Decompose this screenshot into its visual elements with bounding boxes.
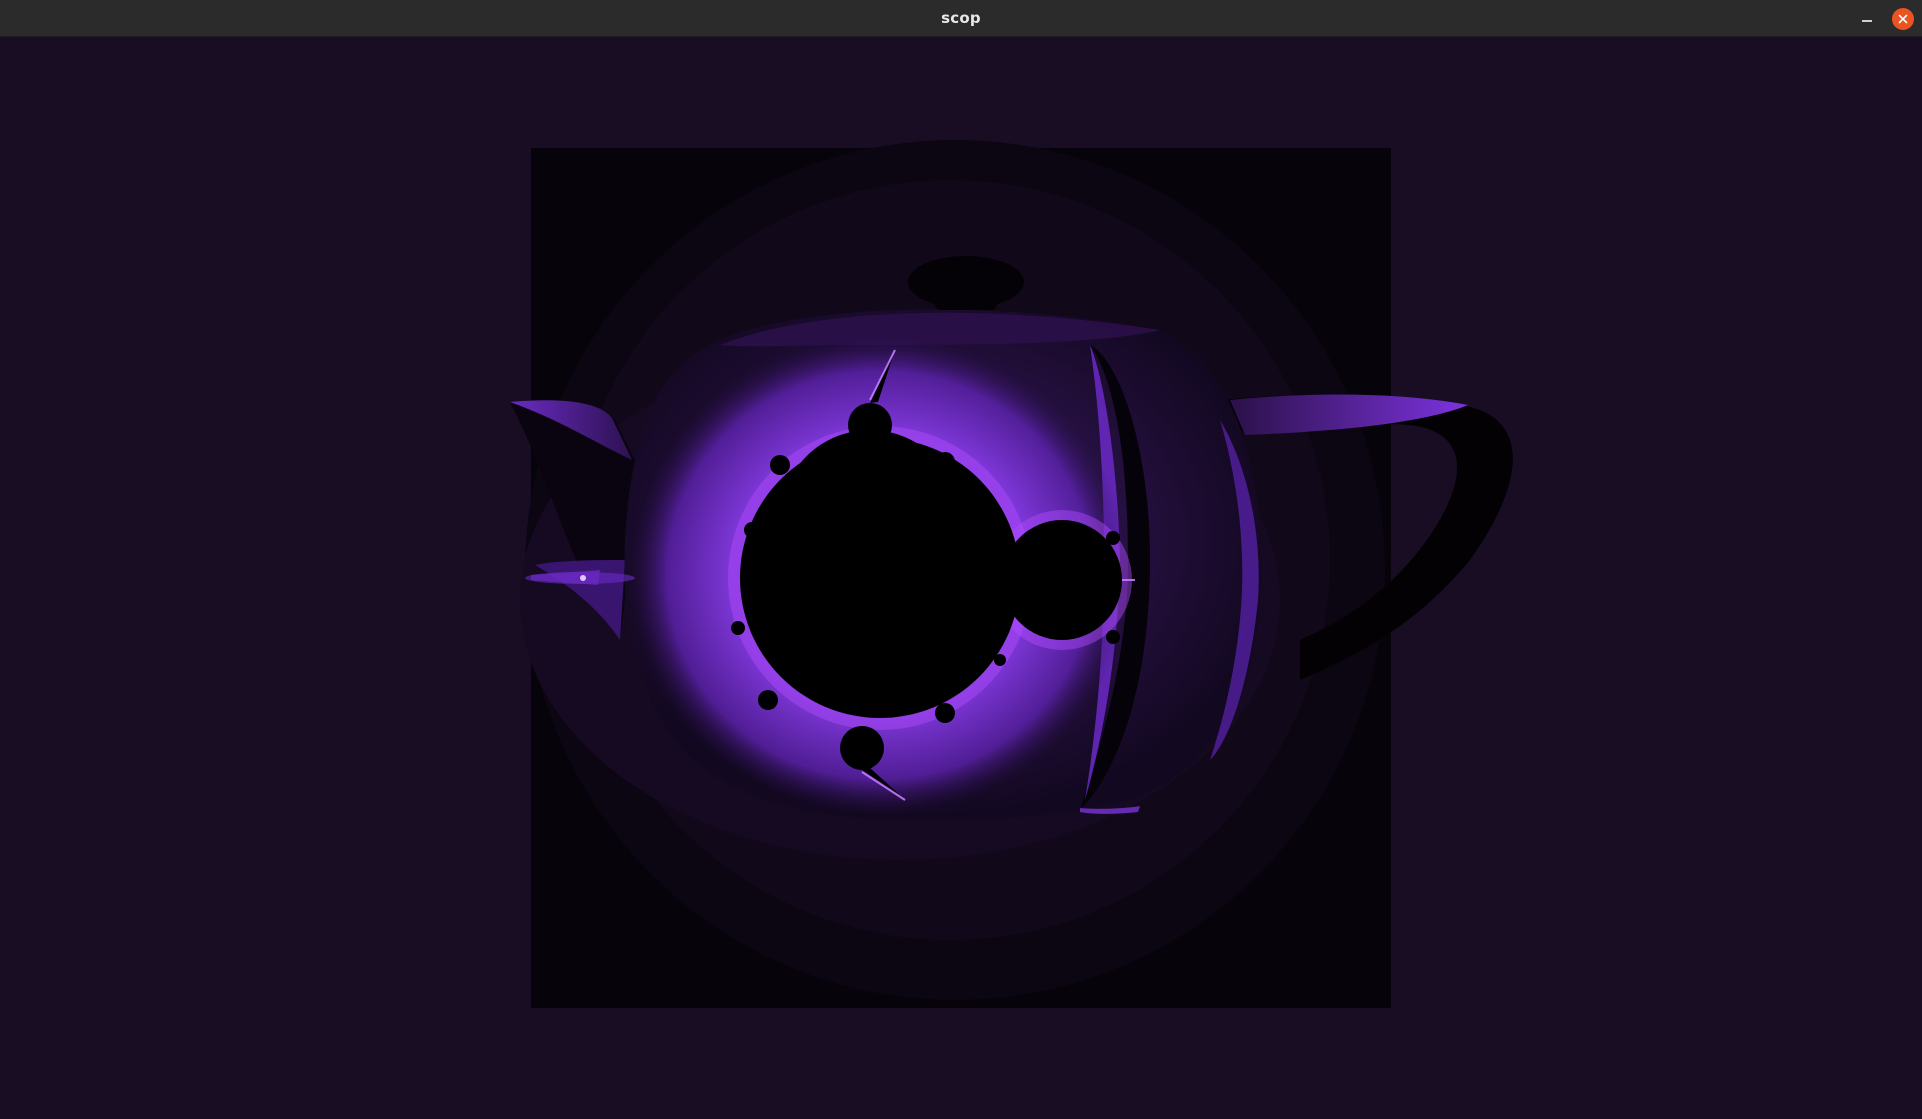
render-viewport[interactable] [0, 37, 1922, 1119]
window-title: scop [941, 9, 981, 27]
close-button[interactable] [1892, 8, 1914, 30]
teapot-render [510, 140, 1513, 1008]
minimize-button[interactable] [1856, 8, 1878, 30]
minimize-icon [1862, 20, 1872, 22]
close-icon [1898, 14, 1908, 24]
app-window: scop [0, 0, 1922, 1119]
title-bar[interactable]: scop [0, 0, 1922, 37]
